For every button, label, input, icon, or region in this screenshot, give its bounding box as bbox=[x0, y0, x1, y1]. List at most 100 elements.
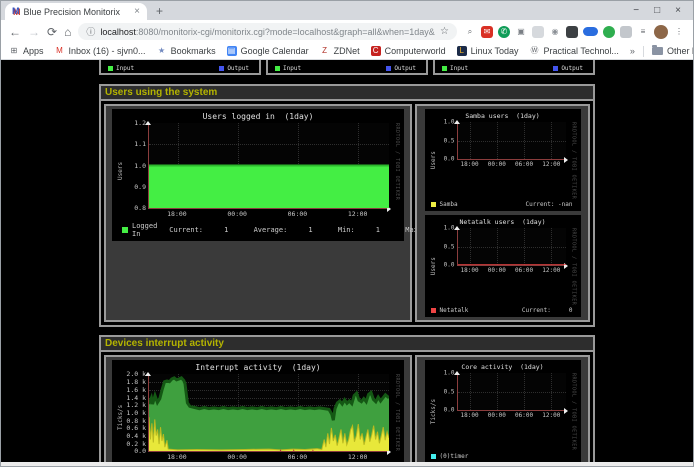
x-tick-label: 18:00 bbox=[461, 412, 479, 419]
graph-legend: Samba Current: -nan bbox=[429, 201, 577, 208]
window-controls: − □ × bbox=[633, 5, 689, 20]
y-tick-label: 0.9 bbox=[134, 183, 146, 191]
tab-list-icon[interactable]: ≡ bbox=[637, 26, 649, 38]
y-tick-label: 0.8 bbox=[134, 204, 146, 212]
top-graph-row: InputOutputInputOutputInputOutput bbox=[99, 60, 595, 75]
extensions-puzzle-icon[interactable] bbox=[620, 26, 632, 38]
page-content: InputOutputInputOutputInputOutput Users … bbox=[1, 60, 693, 462]
search-icon[interactable]: ⌕ bbox=[464, 26, 476, 38]
url-rest: :8080/monitorix-cgi/monitorix.cgi?mode=l… bbox=[136, 27, 435, 37]
section-interrupts: Devices interrupt activity Interrupt act… bbox=[99, 335, 595, 462]
reload-button[interactable]: ⟳ bbox=[47, 26, 57, 38]
bookmark-label: Computerworld bbox=[385, 46, 446, 56]
wordpress-icon: Ⓦ bbox=[530, 46, 540, 56]
copy-extension-icon[interactable]: ▣ bbox=[515, 26, 527, 38]
voice-extension-icon[interactable]: ✆ bbox=[498, 26, 510, 38]
url-host: localhost bbox=[100, 27, 136, 37]
maximize-button[interactable]: □ bbox=[654, 5, 660, 16]
x-tick-label: 00:00 bbox=[488, 267, 506, 274]
y-tick-label: 1.2 bbox=[134, 119, 146, 127]
bookmark-item[interactable]: ZZDNet bbox=[320, 46, 360, 56]
y-axis-label: Ticks/s bbox=[116, 374, 125, 461]
extension-icon-green[interactable] bbox=[603, 26, 615, 38]
tab-strip: M Blue Precision Monitorix × + − □ × bbox=[1, 1, 693, 20]
y-tick-label: 0.5 bbox=[444, 388, 455, 395]
browser-tab[interactable]: M Blue Precision Monitorix × bbox=[5, 3, 147, 20]
bookmark-item[interactable]: ▤Google Calendar bbox=[227, 46, 309, 56]
graph-interrupt-activity[interactable]: Interrupt activity (1day) Ticks/s 2.0 k1… bbox=[112, 360, 404, 462]
legend-swatch bbox=[431, 202, 436, 207]
users-graph-cell: Users logged in (1day) Users 1.21.11.00.… bbox=[104, 104, 412, 322]
y-tick-label: 1.0 bbox=[444, 370, 455, 377]
bookmark-label: Practical Technol... bbox=[544, 46, 619, 56]
x-tick-label: 12:00 bbox=[348, 453, 368, 461]
tab-close-icon[interactable]: × bbox=[134, 7, 140, 17]
graph-netatalk-users[interactable]: Netatalk users (1day) Users 1.00.50.0 18… bbox=[425, 215, 581, 317]
profile-avatar[interactable] bbox=[654, 25, 668, 39]
y-tick-label: 0.0 bbox=[134, 447, 146, 455]
x-axis: 18:0000:0006:0012:00 bbox=[457, 266, 566, 275]
bookmark-item[interactable]: MInbox (16) - sjvn0... bbox=[55, 46, 146, 56]
extension-icon-dark[interactable] bbox=[566, 26, 578, 38]
y-tick-label: 1.0 bbox=[444, 225, 455, 232]
bookmark-item[interactable]: Ⓦ Practical Technol... bbox=[530, 46, 619, 56]
window-bottom-strip bbox=[1, 462, 693, 466]
graph-core-activity[interactable]: Core activity (1day) Ticks/s 1.00.50.0 1… bbox=[425, 360, 581, 462]
x-tick-label: 06:00 bbox=[515, 412, 533, 419]
graph-samba-users[interactable]: Samba users (1day) Users 1.00.50.0 18:00… bbox=[425, 109, 581, 211]
bookmark-item[interactable]: LLinux Today bbox=[457, 46, 519, 56]
other-bookmarks-button[interactable]: Other bookmarks bbox=[652, 46, 694, 56]
computerworld-icon: C bbox=[371, 46, 381, 56]
page-info-icon[interactable]: ⓘ bbox=[86, 25, 95, 38]
partial-network-graph[interactable]: InputOutput bbox=[433, 60, 595, 75]
forward-button[interactable]: → bbox=[28, 26, 40, 38]
linux-today-icon: L bbox=[457, 46, 467, 56]
mail-extension-icon[interactable]: ✉ bbox=[481, 26, 493, 38]
bookmark-star-icon[interactable]: ☆ bbox=[440, 26, 449, 37]
x-tick-label: 00:00 bbox=[227, 453, 247, 461]
x-tick-label: 12:00 bbox=[542, 161, 560, 168]
plot-area: 1.21.11.00.90.8 bbox=[148, 123, 389, 209]
x-tick-label: 18:00 bbox=[167, 453, 187, 461]
y-axis-label: Users bbox=[429, 228, 438, 305]
legend-output: Output bbox=[386, 65, 416, 72]
extension-icon-light[interactable] bbox=[532, 26, 544, 38]
x-axis: 18:0000:0006:0012:00 bbox=[148, 452, 389, 461]
x-tick-label: 06:00 bbox=[515, 161, 533, 168]
y-tick-label: 0.5 bbox=[444, 243, 455, 250]
toolbar-extensions: ⌕ ✉ ✆ ▣ ◉ ≡ ⋮ bbox=[464, 25, 685, 39]
graph-users-logged-in[interactable]: Users logged in (1day) Users 1.21.11.00.… bbox=[112, 109, 404, 241]
new-tab-button[interactable]: + bbox=[156, 5, 163, 17]
x-tick-label: 00:00 bbox=[488, 412, 506, 419]
x-tick-label: 18:00 bbox=[167, 210, 187, 218]
extension-icon-blue[interactable] bbox=[583, 27, 598, 36]
interrupt-side-cell: Core activity (1day) Ticks/s 1.00.50.0 1… bbox=[415, 355, 590, 462]
y-axis-label: Users bbox=[429, 122, 438, 199]
bookmarks-overflow-icon[interactable]: » bbox=[630, 46, 635, 56]
omnibox[interactable]: ⓘ localhost:8080/monitorix-cgi/monitorix… bbox=[78, 23, 457, 40]
browser-menu-icon[interactable]: ⋮ bbox=[673, 26, 685, 38]
rrdtool-watermark: RRDTOOL / TOBI OETIKER bbox=[392, 123, 400, 218]
y-tick-label: 0.5 bbox=[444, 137, 455, 144]
graph-legend: Logged In Current: 1 Average: 1 Min: 1 M… bbox=[116, 222, 400, 238]
legend-label: Logged In bbox=[132, 222, 157, 238]
back-button[interactable]: ← bbox=[9, 26, 21, 38]
y-tick-label: 1.0 bbox=[134, 162, 146, 170]
bookmark-item[interactable]: ★Bookmarks bbox=[157, 46, 216, 56]
partial-network-graph[interactable]: InputOutput bbox=[99, 60, 261, 75]
legend-current: Current: 0 bbox=[522, 307, 577, 314]
home-button[interactable]: ⌂ bbox=[64, 26, 71, 38]
legend-label: (0)timer bbox=[440, 453, 469, 460]
bookmark-label: ZDNet bbox=[334, 46, 360, 56]
bookmark-item[interactable]: ⊞Apps bbox=[9, 46, 44, 56]
legend-input: Input bbox=[108, 65, 134, 72]
extension-icon-eye[interactable]: ◉ bbox=[549, 26, 561, 38]
bookmark-item[interactable]: C Computerworld bbox=[371, 46, 446, 56]
minimize-button[interactable]: − bbox=[633, 5, 639, 16]
legend-swatch bbox=[122, 227, 128, 233]
section-users: Users using the system Users logged in (… bbox=[99, 84, 595, 327]
window-close-button[interactable]: × bbox=[675, 5, 681, 16]
partial-network-graph[interactable]: InputOutput bbox=[266, 60, 428, 75]
legend-input: Input bbox=[442, 65, 468, 72]
gmail-icon: M bbox=[55, 46, 65, 56]
